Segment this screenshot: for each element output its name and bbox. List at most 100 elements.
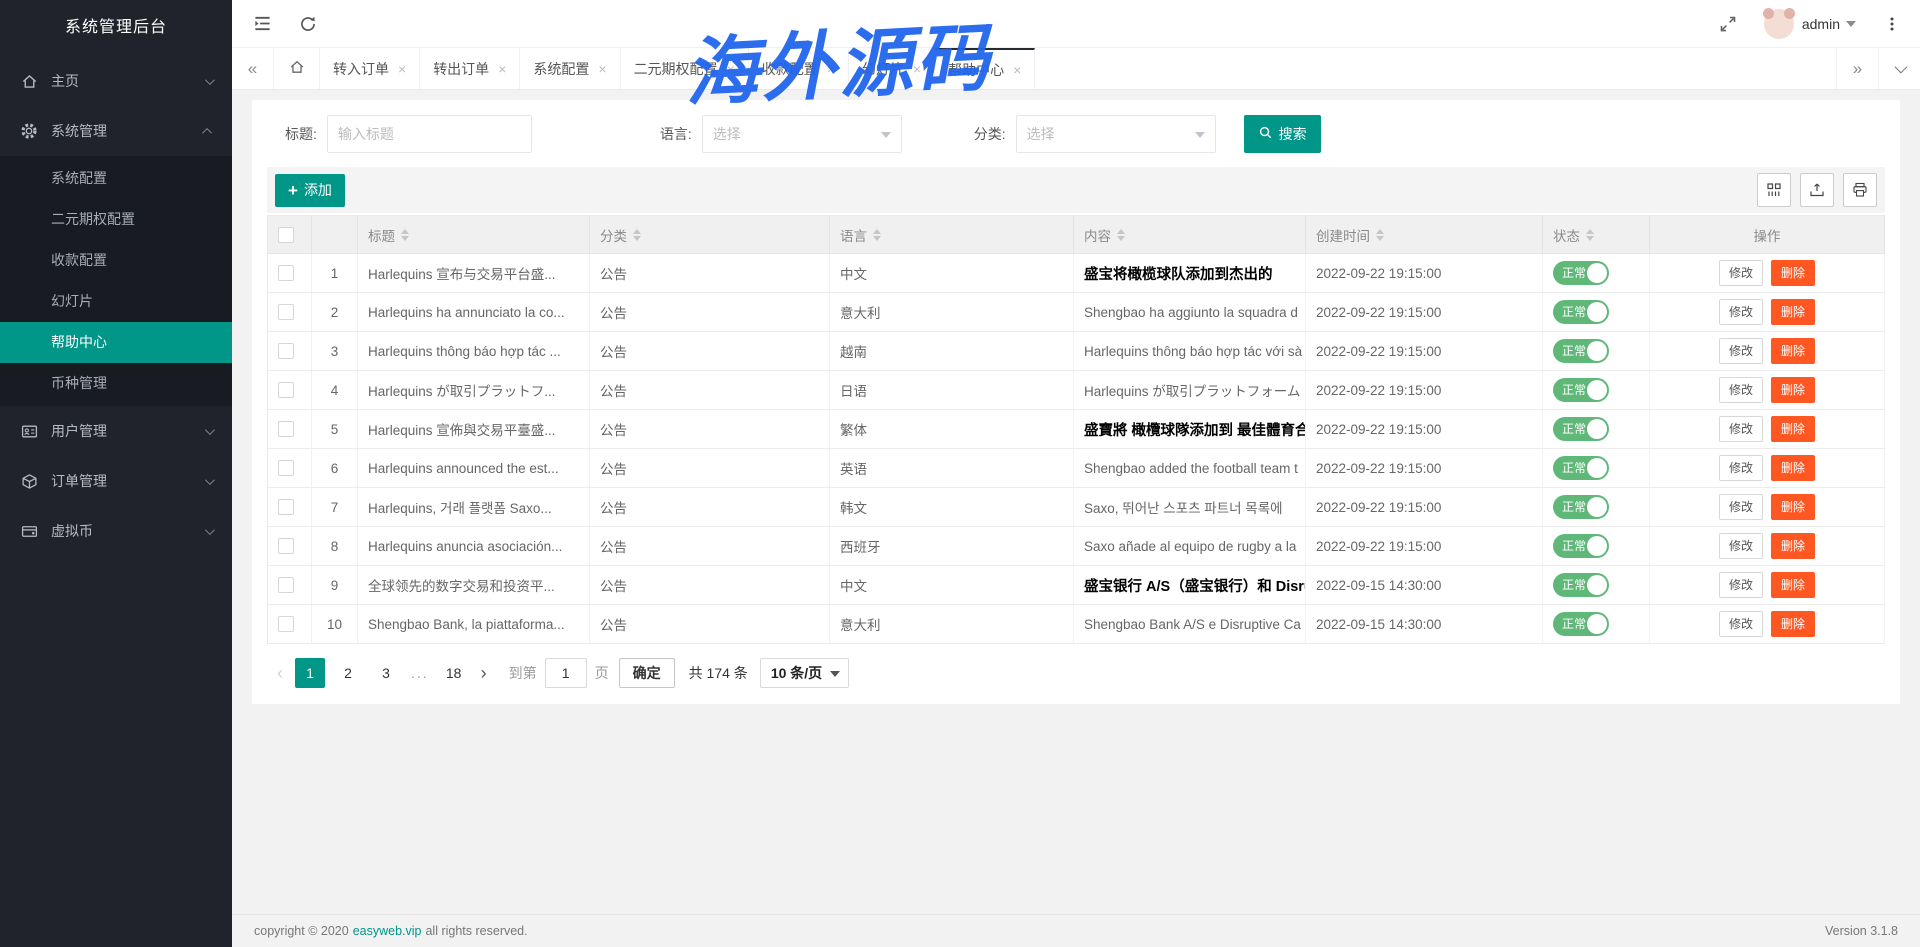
sidebar-item-crypto[interactable]: 虚拟币 xyxy=(0,506,232,556)
tab-item[interactable]: 转入订单× xyxy=(320,48,420,89)
delete-button[interactable]: 删除 xyxy=(1771,494,1815,520)
close-tab-icon[interactable]: × xyxy=(913,62,921,76)
tab-item[interactable]: 转出订单× xyxy=(420,48,520,89)
status-toggle[interactable]: 正常 xyxy=(1553,612,1609,636)
column-header[interactable]: 标题 xyxy=(358,216,590,254)
edit-button[interactable]: 修改 xyxy=(1719,572,1763,598)
search-button[interactable]: 搜索 xyxy=(1244,115,1321,153)
close-tab-icon[interactable]: × xyxy=(827,62,835,76)
delete-button[interactable]: 删除 xyxy=(1771,533,1815,559)
column-header[interactable]: 状态 xyxy=(1543,216,1650,254)
tabs-scroll-left-button[interactable]: « xyxy=(232,48,274,89)
edit-button[interactable]: 修改 xyxy=(1719,455,1763,481)
edit-button[interactable]: 修改 xyxy=(1719,299,1763,325)
row-checkbox[interactable] xyxy=(278,538,294,554)
tab-item[interactable]: 系统配置× xyxy=(520,48,620,89)
sidebar-item-home[interactable]: 主页 xyxy=(0,56,232,106)
sort-icon[interactable] xyxy=(1586,229,1594,241)
status-toggle[interactable]: 正常 xyxy=(1553,495,1609,519)
tab-item[interactable]: 幻灯片× xyxy=(849,48,935,89)
status-toggle[interactable]: 正常 xyxy=(1553,456,1609,480)
edit-button[interactable]: 修改 xyxy=(1719,533,1763,559)
edit-button[interactable]: 修改 xyxy=(1719,260,1763,286)
tabs-menu-button[interactable] xyxy=(1878,48,1920,89)
edit-button[interactable]: 修改 xyxy=(1719,338,1763,364)
sidebar-subitem[interactable]: 系统配置 xyxy=(0,158,232,199)
row-checkbox[interactable] xyxy=(278,577,294,593)
edit-button[interactable]: 修改 xyxy=(1719,377,1763,403)
status-toggle[interactable]: 正常 xyxy=(1553,534,1609,558)
prev-page-button[interactable]: ‹ xyxy=(269,663,291,684)
fullscreen-icon[interactable] xyxy=(1718,14,1738,34)
sort-icon[interactable] xyxy=(1117,229,1125,241)
status-toggle[interactable]: 正常 xyxy=(1553,378,1609,402)
delete-button[interactable]: 删除 xyxy=(1771,260,1815,286)
page-button[interactable]: 2 xyxy=(333,658,363,688)
edit-button[interactable]: 修改 xyxy=(1719,494,1763,520)
category-filter-select[interactable]: 选择 xyxy=(1016,115,1216,153)
columns-toggle-button[interactable] xyxy=(1757,173,1791,207)
sidebar-subitem[interactable]: 幻灯片 xyxy=(0,281,232,322)
page-size-select[interactable]: 10 条/页 xyxy=(760,658,849,688)
goto-page-input[interactable] xyxy=(545,658,587,688)
add-button[interactable]: + 添加 xyxy=(275,174,345,207)
sidebar-subitem[interactable]: 收款配置 xyxy=(0,240,232,281)
print-button[interactable] xyxy=(1843,173,1877,207)
home-tab[interactable] xyxy=(274,48,320,89)
status-toggle[interactable]: 正常 xyxy=(1553,417,1609,441)
status-toggle[interactable]: 正常 xyxy=(1553,261,1609,285)
row-checkbox[interactable] xyxy=(278,265,294,281)
sidebar-subitem[interactable]: 二元期权配置 xyxy=(0,199,232,240)
sort-icon[interactable] xyxy=(873,229,881,241)
close-tab-icon[interactable]: × xyxy=(727,62,735,76)
close-tab-icon[interactable]: × xyxy=(398,62,406,76)
title-filter-input[interactable] xyxy=(327,115,532,153)
next-page-button[interactable]: › xyxy=(473,663,495,684)
delete-button[interactable]: 删除 xyxy=(1771,338,1815,364)
tab-item[interactable]: 收款配置× xyxy=(749,48,849,89)
export-button[interactable] xyxy=(1800,173,1834,207)
avatar[interactable] xyxy=(1764,9,1794,39)
sidebar-subitem[interactable]: 币种管理 xyxy=(0,363,232,404)
close-tab-icon[interactable]: × xyxy=(1013,63,1021,77)
more-menu-icon[interactable] xyxy=(1882,14,1902,34)
sidebar-subitem[interactable]: 帮助中心 xyxy=(0,322,232,363)
confirm-button[interactable]: 确定 xyxy=(619,658,675,688)
edit-button[interactable]: 修改 xyxy=(1719,611,1763,637)
status-toggle[interactable]: 正常 xyxy=(1553,573,1609,597)
row-checkbox[interactable] xyxy=(278,421,294,437)
language-filter-select[interactable]: 选择 xyxy=(702,115,902,153)
status-toggle[interactable]: 正常 xyxy=(1553,300,1609,324)
user-menu[interactable]: admin xyxy=(1802,16,1840,32)
tabs-scroll-right-button[interactable]: » xyxy=(1836,48,1878,89)
edit-button[interactable]: 修改 xyxy=(1719,416,1763,442)
row-checkbox[interactable] xyxy=(278,616,294,632)
refresh-icon[interactable] xyxy=(298,14,318,34)
tab-item[interactable]: 帮助中心× xyxy=(935,48,1035,89)
sidebar-item-system[interactable]: 系统管理 xyxy=(0,106,232,156)
select-all-checkbox[interactable] xyxy=(278,227,294,243)
row-checkbox[interactable] xyxy=(278,460,294,476)
column-header[interactable]: 语言 xyxy=(830,216,1074,254)
sort-icon[interactable] xyxy=(401,229,409,241)
row-checkbox[interactable] xyxy=(278,343,294,359)
row-checkbox[interactable] xyxy=(278,304,294,320)
easyweb-link[interactable]: easyweb.vip xyxy=(353,924,422,938)
close-tab-icon[interactable]: × xyxy=(598,62,606,76)
close-tab-icon[interactable]: × xyxy=(498,62,506,76)
sidebar-item-users[interactable]: 用户管理 xyxy=(0,406,232,456)
sort-icon[interactable] xyxy=(633,229,641,241)
page-button[interactable]: 1 xyxy=(295,658,325,688)
page-button[interactable]: 18 xyxy=(439,658,469,688)
delete-button[interactable]: 删除 xyxy=(1771,377,1815,403)
delete-button[interactable]: 删除 xyxy=(1771,299,1815,325)
status-toggle[interactable]: 正常 xyxy=(1553,339,1609,363)
page-button[interactable]: 3 xyxy=(371,658,401,688)
column-header[interactable]: 创建时间 xyxy=(1306,216,1543,254)
column-header[interactable]: 内容 xyxy=(1074,216,1306,254)
delete-button[interactable]: 删除 xyxy=(1771,455,1815,481)
sort-icon[interactable] xyxy=(1376,229,1384,241)
tab-item[interactable]: 二元期权配置× xyxy=(621,48,749,89)
row-checkbox[interactable] xyxy=(278,499,294,515)
column-header[interactable]: 分类 xyxy=(590,216,830,254)
